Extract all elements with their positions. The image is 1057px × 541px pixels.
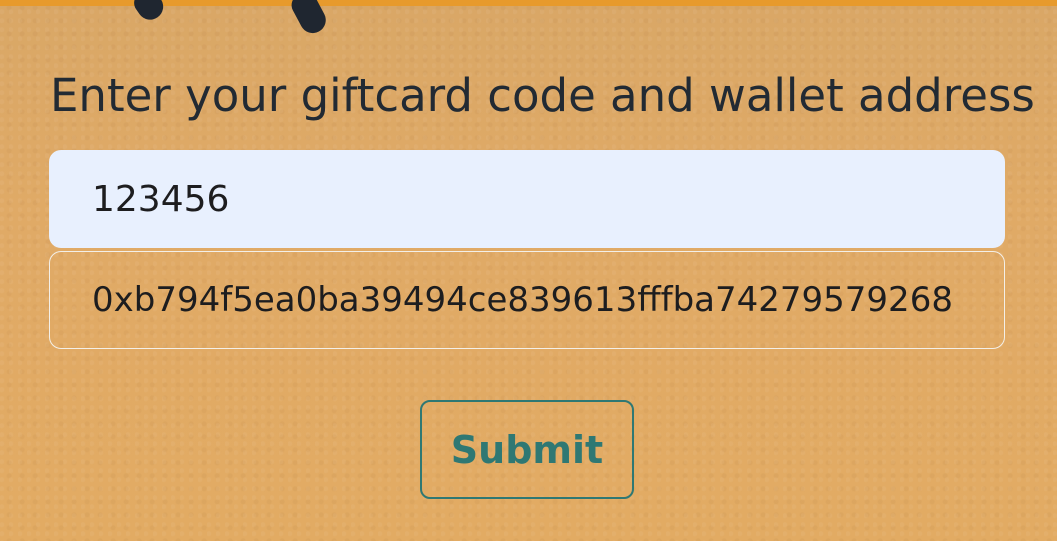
decorative-shape [129,0,169,25]
wallet-address-input[interactable] [49,251,1005,349]
giftcard-code-input[interactable] [49,150,1005,248]
submit-button[interactable]: Submit [420,400,634,499]
page-title: Enter your giftcard code and wallet addr… [50,69,1035,122]
